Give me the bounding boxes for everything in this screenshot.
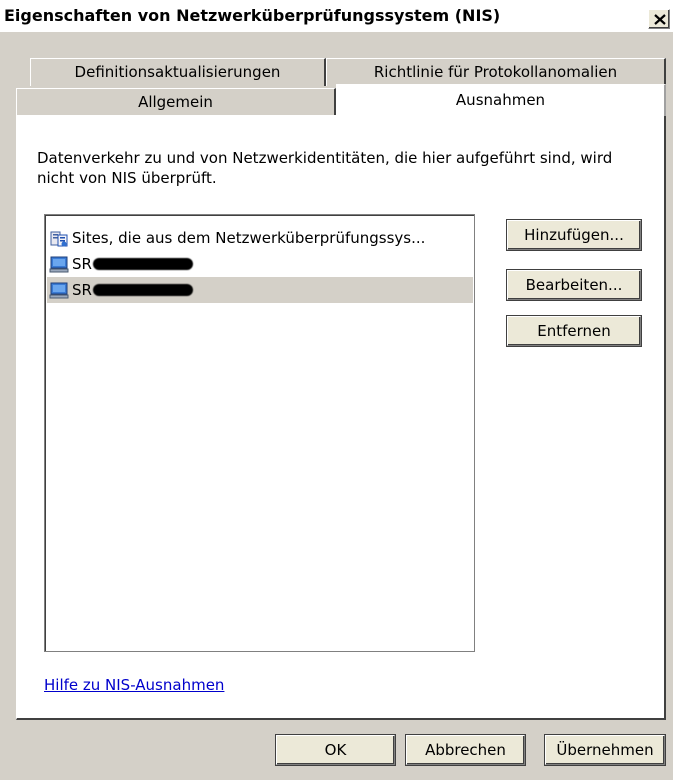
list-item-label: Sites, die aus dem Netzwerküberprüfungss… xyxy=(72,229,426,247)
list-item-label: SR xyxy=(72,281,92,299)
apply-button[interactable]: Übernehmen xyxy=(545,735,665,765)
tab-richtlinie-protokollanomalien[interactable]: Richtlinie für Protokollanomalien xyxy=(326,58,666,86)
list-item[interactable]: Sites, die aus dem Netzwerküberprüfungss… xyxy=(47,225,473,251)
title-bar: Eigenschaften von Netzwerküberprüfungssy… xyxy=(0,0,673,32)
window-title: Eigenschaften von Netzwerküberprüfungssy… xyxy=(4,6,501,25)
add-button[interactable]: Hinzufügen... xyxy=(507,220,641,250)
list-item[interactable]: SR xyxy=(47,251,473,277)
description-text: Datenverkehr zu und von Netzwerkidentitä… xyxy=(37,149,613,187)
sites-icon xyxy=(50,231,68,247)
list-item-label: SR xyxy=(72,255,92,273)
tab-label: Richtlinie für Protokollanomalien xyxy=(373,63,618,81)
list-item[interactable]: SR xyxy=(47,277,473,303)
edit-button[interactable]: Bearbeiten... xyxy=(507,270,641,300)
tab-panel-ausnahmen: Datenverkehr zu und von Netzwerkidentitä… xyxy=(16,115,666,720)
cancel-button[interactable]: Abbrechen xyxy=(406,735,525,765)
remove-button[interactable]: Entfernen xyxy=(507,316,641,346)
redaction-mark xyxy=(92,284,193,296)
close-button[interactable] xyxy=(648,9,670,29)
tab-label: Ausnahmen xyxy=(455,91,546,109)
redaction-mark xyxy=(92,258,193,270)
computer-icon xyxy=(49,256,69,273)
tab-allgemein[interactable]: Allgemein xyxy=(16,88,336,116)
tab-label: Allgemein xyxy=(138,93,213,111)
tab-ausnahmen[interactable]: Ausnahmen xyxy=(336,84,666,116)
computer-icon xyxy=(49,282,69,299)
close-icon xyxy=(654,14,666,25)
exceptions-list[interactable]: Sites, die aus dem Netzwerküberprüfungss… xyxy=(44,214,475,652)
tab-definitionsaktualisierungen[interactable]: Definitionsaktualisierungen xyxy=(30,58,326,86)
ok-button[interactable]: OK xyxy=(276,735,395,765)
tab-label: Definitionsaktualisierungen xyxy=(74,63,281,81)
help-link-nis-exceptions[interactable]: Hilfe zu NIS-Ausnahmen xyxy=(44,676,224,694)
